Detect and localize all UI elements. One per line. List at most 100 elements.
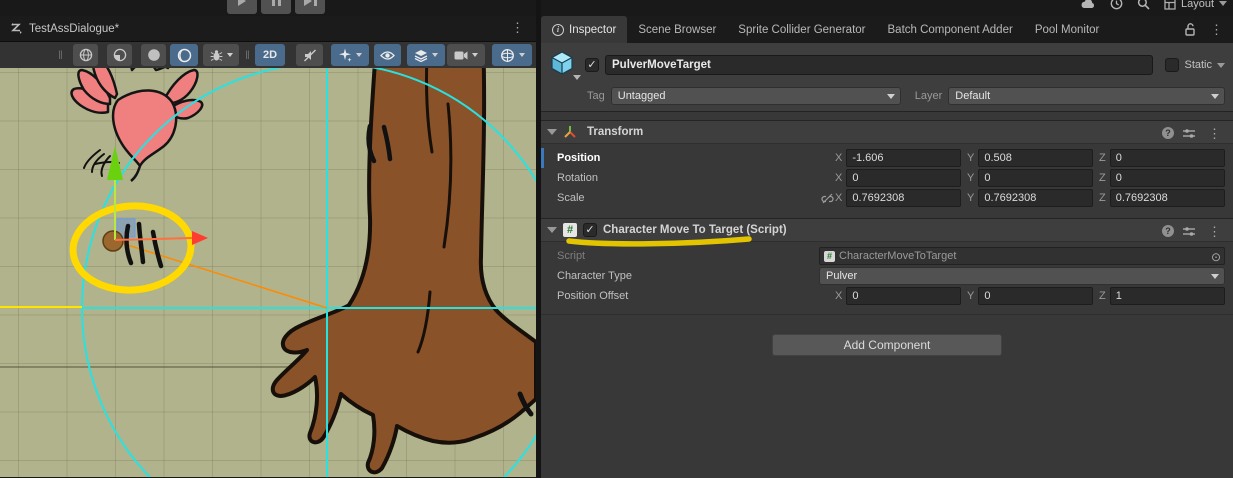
lock-icon[interactable] (1185, 23, 1196, 36)
video-camera-icon (454, 50, 468, 61)
chevron-down-icon (1211, 274, 1219, 279)
layout-dropdown[interactable]: Layout (1164, 0, 1227, 10)
toolbar-handle[interactable]: ‖ (58, 47, 64, 63)
visibility-toggle-button[interactable] (374, 44, 401, 66)
play-button[interactable] (227, 0, 257, 14)
debug-filter-button[interactable] (203, 44, 239, 66)
position-offset-z-field[interactable]: 1 (1110, 287, 1225, 305)
search-icon[interactable] (1137, 0, 1150, 10)
gameobject-icon-wrap[interactable] (549, 50, 579, 80)
character-type-row: Character Type Pulver (541, 266, 1229, 286)
kebab-menu-icon[interactable]: ⋮ (1204, 225, 1225, 238)
add-component-button[interactable]: Add Component (772, 334, 1002, 356)
kebab-menu-icon[interactable]: ⋮ (1204, 127, 1225, 140)
scene-tab[interactable]: TestAssDialogue* (0, 16, 129, 42)
toolbar-right-cluster: Layout (1080, 0, 1227, 10)
scene-kebab-menu-icon[interactable]: ⋮ (507, 21, 528, 34)
scene-gizmo-button[interactable] (492, 44, 532, 66)
scale-row: Scale X0.7692308 Y0.7692308 Z0.7692308 (541, 188, 1229, 208)
script-object-name: CharacterMoveToTarget (839, 248, 956, 264)
position-offset-y-field[interactable]: 0 (978, 287, 1093, 305)
tab-inspector[interactable]: i Inspector (541, 16, 627, 43)
axis-x-label: X (835, 192, 842, 204)
active-checkbox[interactable]: ✓ (585, 58, 599, 72)
foldout-icon[interactable] (547, 227, 557, 233)
script-header[interactable]: # ✓ Character Move To Target (Script) ? … (541, 218, 1233, 242)
static-dropdown-caret[interactable] (1217, 63, 1225, 68)
chevron-down-icon (356, 53, 362, 57)
scale-x-field[interactable]: 0.7692308 (846, 189, 961, 207)
rotation-x-field[interactable]: 0 (846, 169, 961, 187)
axis-z-label: Z (1099, 152, 1106, 164)
position-x-field[interactable]: -1.606 (846, 149, 961, 167)
presets-icon[interactable] (1183, 226, 1195, 237)
draw-mode-solid-button[interactable] (141, 44, 166, 66)
draw-mode-crescent-button[interactable] (170, 44, 198, 66)
position-offset-x-field[interactable]: 0 (846, 287, 961, 305)
presets-icon[interactable] (1183, 128, 1195, 139)
pause-button[interactable] (261, 0, 291, 14)
layout-label: Layout (1181, 0, 1214, 10)
scene-drawing (0, 42, 536, 477)
object-picker-icon[interactable]: ⊙ (1211, 249, 1221, 265)
static-checkbox[interactable]: ✓ (1165, 58, 1179, 72)
lighting-toggle-button[interactable] (331, 44, 369, 66)
character-type-dropdown[interactable]: Pulver (819, 267, 1225, 285)
tab-batch-component-adder[interactable]: Batch Component Adder (877, 16, 1024, 43)
help-icon[interactable]: ? (1162, 225, 1174, 237)
target-connection-line (115, 241, 327, 308)
wireframe-sphere-icon (79, 48, 93, 62)
camera-button[interactable] (447, 44, 485, 66)
axis-x-label: X (835, 290, 842, 302)
x-axis-arrowhead (192, 231, 208, 245)
layer-dropdown[interactable]: Default (948, 87, 1225, 105)
cloud-icon[interactable] (1080, 0, 1096, 10)
tab-pool-monitor[interactable]: Pool Monitor (1024, 16, 1111, 43)
component-title: Transform (587, 126, 643, 138)
toolbar-handle[interactable]: ‖ (245, 47, 251, 63)
axis-y-label: Y (967, 172, 974, 184)
step-button[interactable] (295, 0, 325, 14)
foldout-icon[interactable] (547, 129, 557, 135)
undo-history-icon[interactable] (1110, 0, 1123, 10)
play-icon (238, 0, 246, 6)
tab-label: Batch Component Adder (888, 24, 1013, 36)
inspector-kebab-menu-icon[interactable]: ⋮ (1206, 23, 1227, 36)
chevron-down-icon (1219, 1, 1227, 6)
scene-viewport[interactable]: ‖ ‖ 2D (0, 42, 536, 477)
position-y-field[interactable]: 0.508 (978, 149, 1093, 167)
step-icon (304, 0, 312, 6)
layers-button[interactable] (407, 44, 445, 66)
csharp-script-icon: # (563, 223, 577, 237)
tab-scene-browser[interactable]: Scene Browser (627, 16, 727, 43)
gameobject-name-field[interactable]: PulverMoveTarget (605, 55, 1153, 75)
mode-2d-button[interactable]: 2D (255, 44, 285, 66)
script-object-field[interactable]: # CharacterMoveToTarget ⊙ (819, 247, 1225, 265)
link-broken-icon (821, 193, 834, 204)
audio-mute-button[interactable] (296, 44, 323, 66)
scale-z-field[interactable]: 0.7692308 (1110, 189, 1225, 207)
mode-2d-label: 2D (263, 49, 277, 61)
transform-icon (563, 125, 577, 139)
position-label: Position (557, 152, 819, 164)
draw-mode-wireframe-button[interactable] (73, 44, 98, 66)
rotation-row: Rotation X0 Y0 Z0 (541, 168, 1229, 188)
tag-dropdown[interactable]: Untagged (611, 87, 901, 105)
chevron-down-icon (432, 53, 438, 57)
constrain-proportions-toggle[interactable] (819, 193, 835, 204)
icon-dropdown-caret[interactable] (573, 75, 581, 80)
position-z-field[interactable]: 0 (1110, 149, 1225, 167)
script-component: # ✓ Character Move To Target (Script) ? … (541, 218, 1233, 315)
tab-sprite-collider-generator[interactable]: Sprite Collider Generator (727, 16, 876, 43)
help-icon[interactable]: ? (1162, 127, 1174, 139)
scale-y-field[interactable]: 0.7692308 (978, 189, 1093, 207)
rotation-label: Rotation (557, 172, 819, 184)
draw-mode-shaded-button[interactable] (107, 44, 132, 66)
move-target-sprite[interactable] (103, 231, 123, 251)
component-enabled-checkbox[interactable]: ✓ (583, 223, 597, 237)
transform-header[interactable]: Transform ? ⋮ (541, 120, 1233, 144)
axis-z-label: Z (1099, 192, 1106, 204)
crescent-moon-icon (177, 48, 192, 63)
rotation-y-field[interactable]: 0 (978, 169, 1093, 187)
rotation-z-field[interactable]: 0 (1110, 169, 1225, 187)
